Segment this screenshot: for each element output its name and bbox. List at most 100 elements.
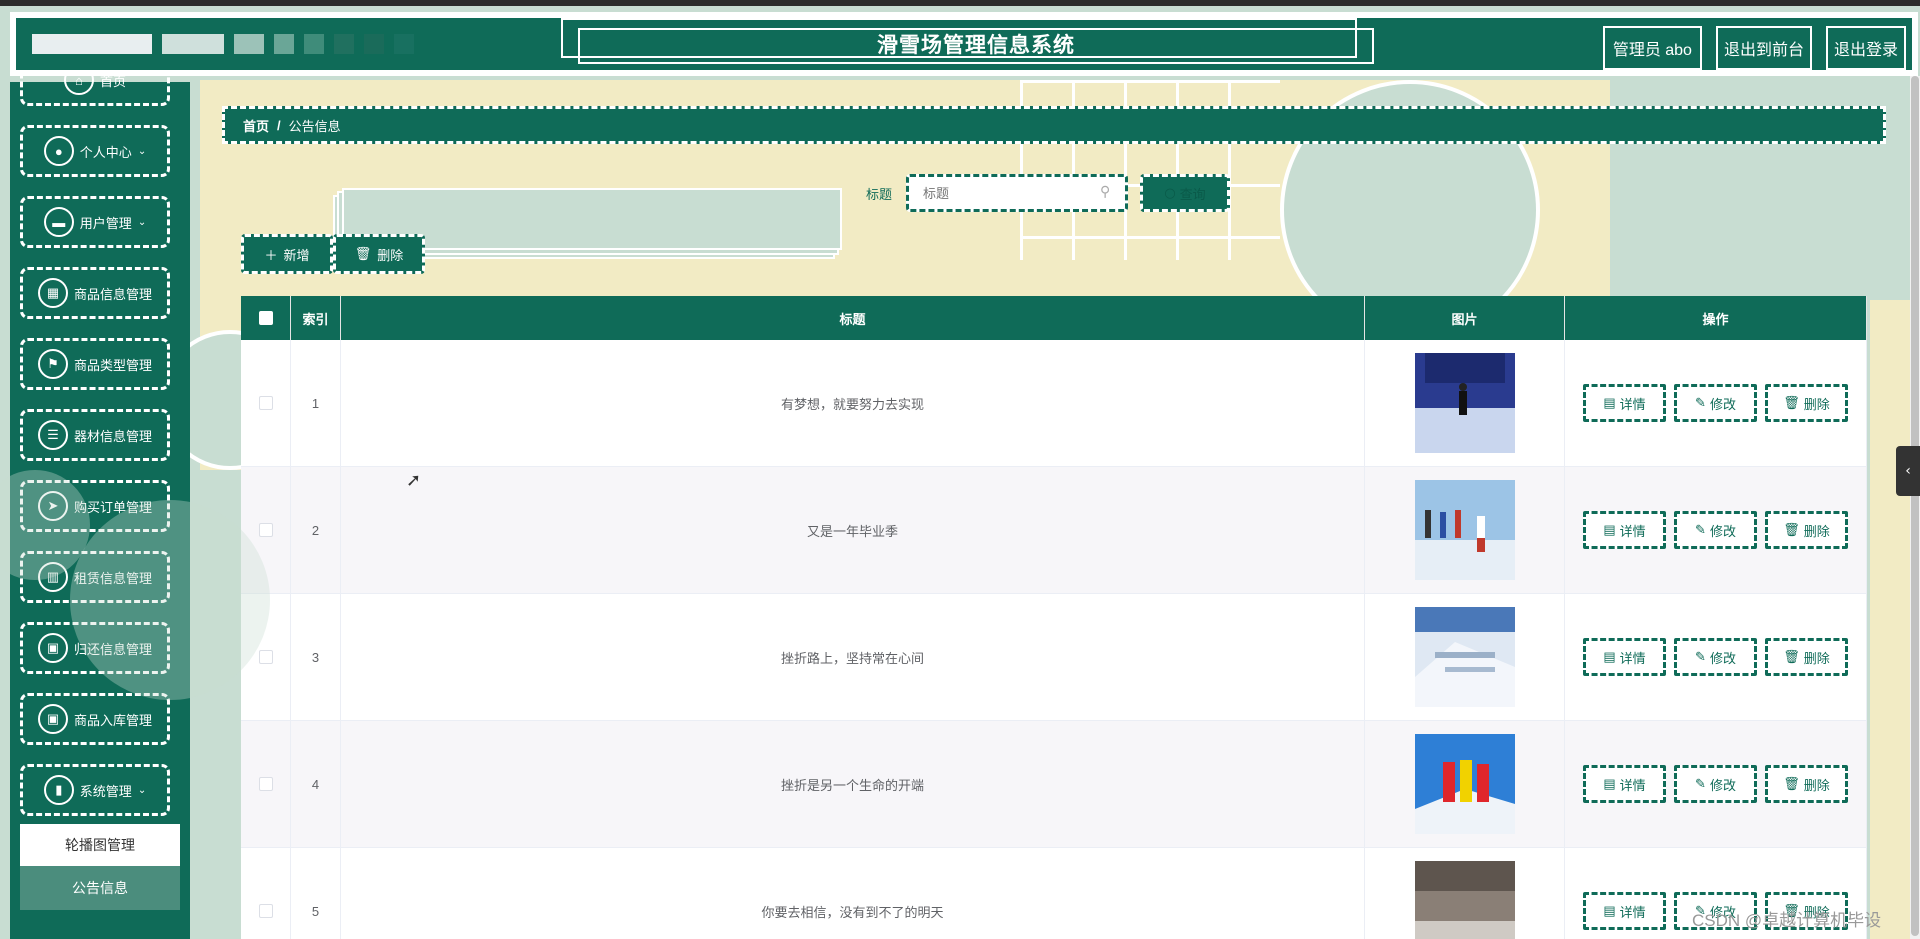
table-row: 2 又是一年毕业季 ▤ 详情 ✎ 修改 🗑 删除 <box>241 467 1867 594</box>
edit-button[interactable]: ✎ 修改 <box>1674 638 1757 676</box>
sidebar-item-label: 商品入库管理 <box>73 712 152 728</box>
breadcrumb-current: 公告信息 <box>288 118 341 134</box>
row-index: 2 <box>291 467 341 593</box>
edit-icon: ✎ <box>1695 395 1706 410</box>
document-icon: ▤ <box>1603 903 1616 918</box>
row-checkbox[interactable] <box>258 396 273 410</box>
bar-chart-icon: ▮ <box>43 775 74 805</box>
batch-delete-button[interactable]: 🗑 删除 <box>333 234 425 274</box>
table-row: 5 你要去相信，没有到不了的明天 ▤ 详情 ✎ 修改 🗑 删除 <box>241 848 1867 939</box>
edit-button[interactable]: ✎ 修改 <box>1674 765 1757 803</box>
row-checkbox[interactable] <box>258 777 273 791</box>
flag-icon: ⚑ <box>37 349 68 379</box>
chevron-down-icon: ⌄ <box>137 216 147 228</box>
collapse-tab-chevron-left-icon[interactable]: ‹ <box>1896 446 1920 496</box>
sidebar-item-product-type[interactable]: ⚑ 商品类型管理 <box>20 338 170 390</box>
trash-icon: 🗑 <box>354 246 372 261</box>
search-button-label: 查询 <box>1179 187 1206 203</box>
delete-button[interactable]: 🗑 删除 <box>1765 511 1848 549</box>
edit-button[interactable]: ✎ 修改 <box>1674 511 1757 549</box>
mouse-cursor-icon: ➚ <box>406 470 422 491</box>
table-row: 4 挫折是另一个生命的开端 ▤ 详情 ✎ 修改 🗑 删除 <box>241 721 1867 848</box>
user-icon: ● <box>43 136 74 166</box>
trash-icon: 🗑 <box>1783 776 1800 791</box>
sidebar-item-purchase-orders[interactable]: ➤ 购买订单管理 <box>20 480 170 532</box>
row-checkbox[interactable] <box>258 904 273 918</box>
user-area: 管理员 abo 退出到前台 退出登录 <box>1602 26 1906 70</box>
sidebar: ⌂ 首页 ● 个人中心 ⌄ ▬ 用户管理 ⌄ ▦ 商品信息管理 ⚑ 商品类型管理… <box>10 54 190 939</box>
system-title: 滑雪场管理信息系统 <box>576 26 1376 66</box>
row-image[interactable] <box>1414 734 1515 834</box>
row-image[interactable] <box>1414 480 1515 580</box>
sidebar-item-label: 租赁信息管理 <box>73 570 152 586</box>
sidebar-item-personal-center[interactable]: ● 个人中心 ⌄ <box>20 125 170 177</box>
document-icon: ▤ <box>1603 776 1616 791</box>
row-image[interactable] <box>1414 861 1515 939</box>
delete-button[interactable]: 🗑 删除 <box>1765 765 1848 803</box>
delete-button[interactable]: 🗑 删除 <box>1765 638 1848 676</box>
sidebar-item-label: 系统管理 <box>79 783 132 799</box>
trash-icon: 🗑 <box>1783 395 1800 410</box>
back-to-front-link[interactable]: 退出到前台 <box>1715 26 1812 70</box>
apps-icon: ▣ <box>37 704 68 734</box>
row-checkbox[interactable] <box>258 523 273 537</box>
row-title: 挫折是另一个生命的开端 <box>341 721 1365 847</box>
column-header-image: 图片 <box>1365 296 1565 340</box>
row-index: 4 <box>291 721 341 847</box>
sidebar-item-label: 商品信息管理 <box>73 286 152 302</box>
delete-button[interactable]: 🗑 删除 <box>1765 384 1848 422</box>
select-all-checkbox[interactable] <box>258 311 273 325</box>
logout-link[interactable]: 退出登录 <box>1825 26 1906 70</box>
search-input[interactable] <box>906 174 1128 212</box>
sidebar-item-product-info[interactable]: ▦ 商品信息管理 <box>20 267 170 319</box>
row-index: 3 <box>291 594 341 720</box>
document-icon: ▤ <box>1603 395 1616 410</box>
sidebar-item-system-management[interactable]: ▮ 系统管理 ⌄ <box>20 764 170 816</box>
detail-button[interactable]: ▤ 详情 <box>1583 511 1666 549</box>
page-scrollbar[interactable] <box>1910 76 1920 939</box>
chevron-down-icon: ⌄ <box>137 784 147 796</box>
document-icon: ▤ <box>1603 522 1616 537</box>
sidebar-item-user-management[interactable]: ▬ 用户管理 ⌄ <box>20 196 170 248</box>
search-button[interactable]: ○ 查询 <box>1140 174 1230 212</box>
sidebar-item-return-info[interactable]: ▣ 归还信息管理 <box>20 622 170 674</box>
row-title: 挫折路上，坚持常在心间 <box>341 594 1365 720</box>
detail-button[interactable]: ▤ 详情 <box>1583 384 1666 422</box>
submenu-carousel-management[interactable]: 轮播图管理 <box>20 824 180 866</box>
breadcrumb-home[interactable]: 首页 <box>243 116 269 135</box>
add-button-label: 新增 <box>283 247 310 263</box>
add-button[interactable]: ＋ 新增 <box>241 234 333 274</box>
submenu-announcements[interactable]: 公告信息 <box>20 866 180 910</box>
sidebar-item-stock-in[interactable]: ▣ 商品入库管理 <box>20 693 170 745</box>
window-top-strip <box>0 0 1920 6</box>
row-image[interactable] <box>1414 607 1515 707</box>
edit-button[interactable]: ✎ 修改 <box>1674 384 1757 422</box>
row-title: 你要去相信，没有到不了的明天 <box>341 848 1365 939</box>
chevron-down-icon: ⌄ <box>137 145 147 157</box>
sidebar-item-label: 商品类型管理 <box>73 357 152 373</box>
breadcrumb: 首页 / 公告信息 <box>222 106 1886 144</box>
send-icon: ➤ <box>37 491 68 521</box>
row-index: 5 <box>291 848 341 939</box>
sidebar-item-equipment-info[interactable]: ☰ 器材信息管理 <box>20 409 170 461</box>
apps-icon: ▣ <box>37 633 68 663</box>
detail-button[interactable]: ▤ 详情 <box>1583 638 1666 676</box>
grid-icon: ▦ <box>37 278 68 308</box>
top-header: 滑雪场管理信息系统 管理员 abo 退出到前台 退出登录 <box>10 12 1918 76</box>
detail-button[interactable]: ▤ 详情 <box>1583 765 1666 803</box>
column-header-title: 标题 <box>341 296 1365 340</box>
row-image[interactable] <box>1414 353 1515 453</box>
trash-icon: 🗑 <box>1783 649 1800 664</box>
detail-button[interactable]: ▤ 详情 <box>1583 892 1666 930</box>
row-index: 1 <box>291 340 341 466</box>
chart-icon: ▥ <box>37 562 68 592</box>
search-icon: ○ <box>1164 185 1176 201</box>
sidebar-item-label: 用户管理 <box>79 215 132 231</box>
row-checkbox[interactable] <box>258 650 273 664</box>
sidebar-item-rental-info[interactable]: ▥ 租赁信息管理 <box>20 551 170 603</box>
sidebar-item-label: 归还信息管理 <box>73 641 152 657</box>
edit-icon: ✎ <box>1695 649 1706 664</box>
column-header-index: 索引 <box>291 296 341 340</box>
document-icon: ▤ <box>1603 649 1616 664</box>
edit-icon: ✎ <box>1695 776 1706 791</box>
